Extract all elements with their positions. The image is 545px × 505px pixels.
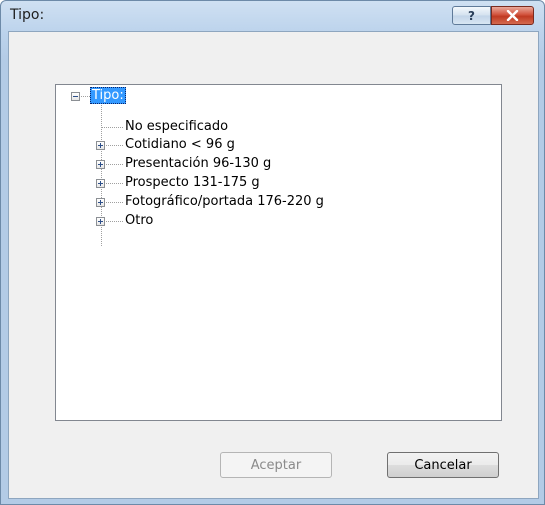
close-icon — [506, 10, 519, 21]
expand-toggle-icon[interactable] — [96, 160, 105, 169]
tree-item-label: Otro — [125, 213, 154, 228]
help-button[interactable]: ? — [452, 6, 491, 25]
tree-item-fotografico[interactable]: Fotográfico/portada 176-220 g — [125, 193, 324, 211]
tree-connector — [101, 127, 123, 128]
tree-item-cotidiano[interactable]: Cotidiano < 96 g — [125, 136, 235, 154]
tree-item-label: Presentación 96-130 g — [125, 156, 272, 171]
tree-root-item[interactable]: Tipo: — [90, 87, 126, 105]
tree-item-no-especificado[interactable]: No especificado — [125, 118, 228, 136]
expand-toggle-icon[interactable] — [96, 179, 105, 188]
tree-item-otro[interactable]: Otro — [125, 212, 153, 230]
tree-item-label: No especificado — [125, 119, 229, 134]
expand-toggle-icon[interactable] — [96, 217, 105, 226]
window-title: Tipo: — [10, 7, 45, 23]
type-tree-view[interactable]: Tipo: No especificado Cotidiano < 96 g P… — [55, 84, 502, 421]
dialog-client-area: Tipo: No especificado Cotidiano < 96 g P… — [8, 31, 539, 499]
tree-item-presentacion[interactable]: Presentación 96-130 g — [125, 155, 271, 173]
accept-button[interactable]: Aceptar — [220, 452, 332, 478]
expand-toggle-icon[interactable] — [96, 198, 105, 207]
tree-item-prospecto[interactable]: Prospecto 131-175 g — [125, 174, 260, 192]
title-bar[interactable]: Tipo: ? — [1, 1, 544, 31]
tree-item-label: Cotidiano < 96 g — [125, 137, 235, 152]
help-icon: ? — [468, 8, 475, 23]
tree-item-label: Fotográfico/portada 176-220 g — [125, 194, 324, 209]
close-button[interactable] — [491, 6, 534, 25]
tree-item-label: Prospecto 131-175 g — [125, 175, 260, 190]
collapse-toggle-icon[interactable] — [71, 92, 80, 101]
tree-root-label: Tipo: — [90, 87, 126, 104]
cancel-button-label: Cancelar — [414, 457, 472, 473]
dialog-window: Tipo: ? Tipo: No especificado Cotidiano … — [0, 0, 545, 505]
accept-button-label: Aceptar — [250, 457, 302, 473]
cancel-button[interactable]: Cancelar — [387, 452, 499, 478]
expand-toggle-icon[interactable] — [96, 141, 105, 150]
